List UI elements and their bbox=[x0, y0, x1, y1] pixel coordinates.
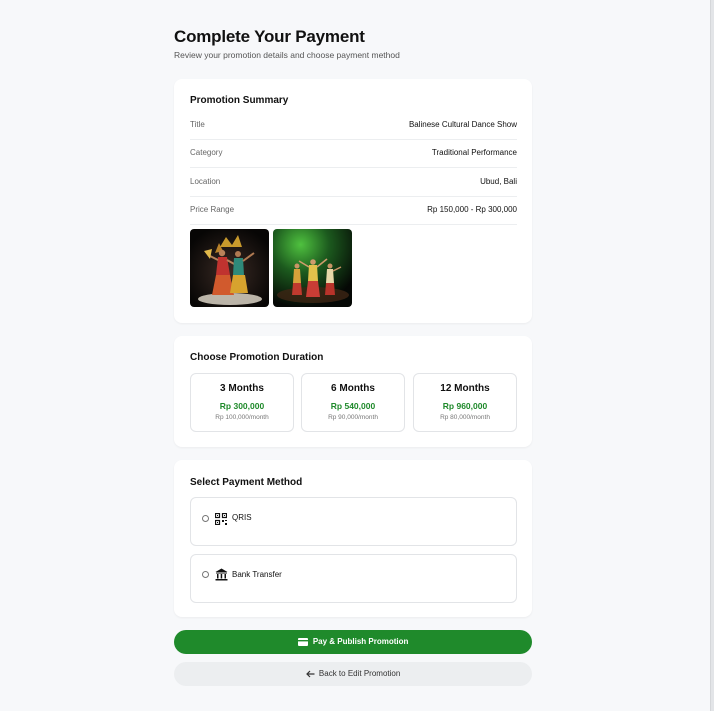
summary-value: Rp 150,000 - Rp 300,000 bbox=[427, 205, 517, 214]
summary-label: Location bbox=[190, 177, 221, 186]
summary-value: Traditional Performance bbox=[431, 148, 517, 157]
summary-title: Promotion Summary bbox=[190, 95, 289, 106]
promotion-image-stage[interactable] bbox=[273, 229, 352, 307]
summary-value: Ubud, Bali bbox=[480, 177, 517, 186]
payment-label: Bank Transfer bbox=[232, 570, 282, 579]
payment-option-bank-transfer[interactable]: Bank Transfer bbox=[190, 554, 517, 603]
duration-label: 6 Months bbox=[331, 383, 375, 394]
payment-option-qris[interactable]: QRIS bbox=[190, 497, 517, 546]
duration-option-3-months[interactable]: 3 Months Rp 300,000 Rp 100,000/month bbox=[190, 373, 294, 432]
payment-method-card: Select Payment Method QRIS Bank Transfer bbox=[174, 460, 532, 617]
summary-label: Category bbox=[190, 148, 223, 157]
pay-publish-label: Pay & Publish Promotion bbox=[312, 637, 409, 647]
pay-publish-content: Pay & Publish Promotion bbox=[174, 637, 532, 646]
summary-row-location: Location Ubud, Bali bbox=[190, 169, 517, 197]
promotion-summary-card: Promotion Summary Title Balinese Cultura… bbox=[174, 79, 532, 323]
duration-per-month: Rp 80,000/month bbox=[440, 414, 490, 421]
qr-code-icon bbox=[214, 512, 228, 526]
pay-publish-button[interactable]: Pay & Publish Promotion bbox=[174, 630, 532, 654]
duration-price: Rp 960,000 bbox=[442, 401, 488, 411]
scrollbar[interactable] bbox=[710, 0, 714, 711]
bank-transfer-radio[interactable] bbox=[202, 571, 209, 578]
duration-price: Rp 540,000 bbox=[330, 401, 376, 411]
back-to-edit-content: Back to Edit Promotion bbox=[174, 669, 532, 678]
arrow-left-icon bbox=[305, 669, 317, 678]
duration-per-month: Rp 100,000/month bbox=[215, 414, 269, 421]
duration-title: Choose Promotion Duration bbox=[190, 352, 324, 363]
duration-per-month: Rp 90,000/month bbox=[328, 414, 378, 421]
credit-card-icon bbox=[297, 637, 310, 647]
duration-price: Rp 300,000 bbox=[219, 401, 265, 411]
duration-option-6-months[interactable]: 6 Months Rp 540,000 Rp 90,000/month bbox=[301, 373, 405, 432]
duration-label: 12 Months bbox=[440, 383, 490, 394]
payment-label: QRIS bbox=[232, 513, 252, 522]
promotion-image-dancers[interactable] bbox=[190, 229, 269, 307]
summary-row-price-range: Price Range Rp 150,000 - Rp 300,000 bbox=[190, 197, 517, 225]
summary-label: Title bbox=[190, 120, 205, 129]
promotion-duration-card: Choose Promotion Duration 3 Months Rp 30… bbox=[174, 336, 532, 447]
duration-label: 3 Months bbox=[220, 383, 264, 394]
payment-method-title: Select Payment Method bbox=[190, 477, 303, 488]
back-to-edit-label: Back to Edit Promotion bbox=[318, 669, 401, 679]
page-subtitle: Review your promotion details and choose… bbox=[174, 50, 400, 60]
duration-option-12-months[interactable]: 12 Months Rp 960,000 Rp 80,000/month bbox=[413, 373, 517, 432]
page-title: Complete Your Payment bbox=[174, 27, 365, 46]
summary-value: Balinese Cultural Dance Show bbox=[408, 120, 517, 129]
summary-label: Price Range bbox=[190, 205, 235, 214]
back-to-edit-button[interactable]: Back to Edit Promotion bbox=[174, 662, 532, 686]
summary-row-category: Category Traditional Performance bbox=[190, 140, 517, 168]
qris-radio[interactable] bbox=[202, 515, 209, 522]
summary-row-title: Title Balinese Cultural Dance Show bbox=[190, 112, 517, 140]
bank-icon bbox=[215, 568, 228, 581]
